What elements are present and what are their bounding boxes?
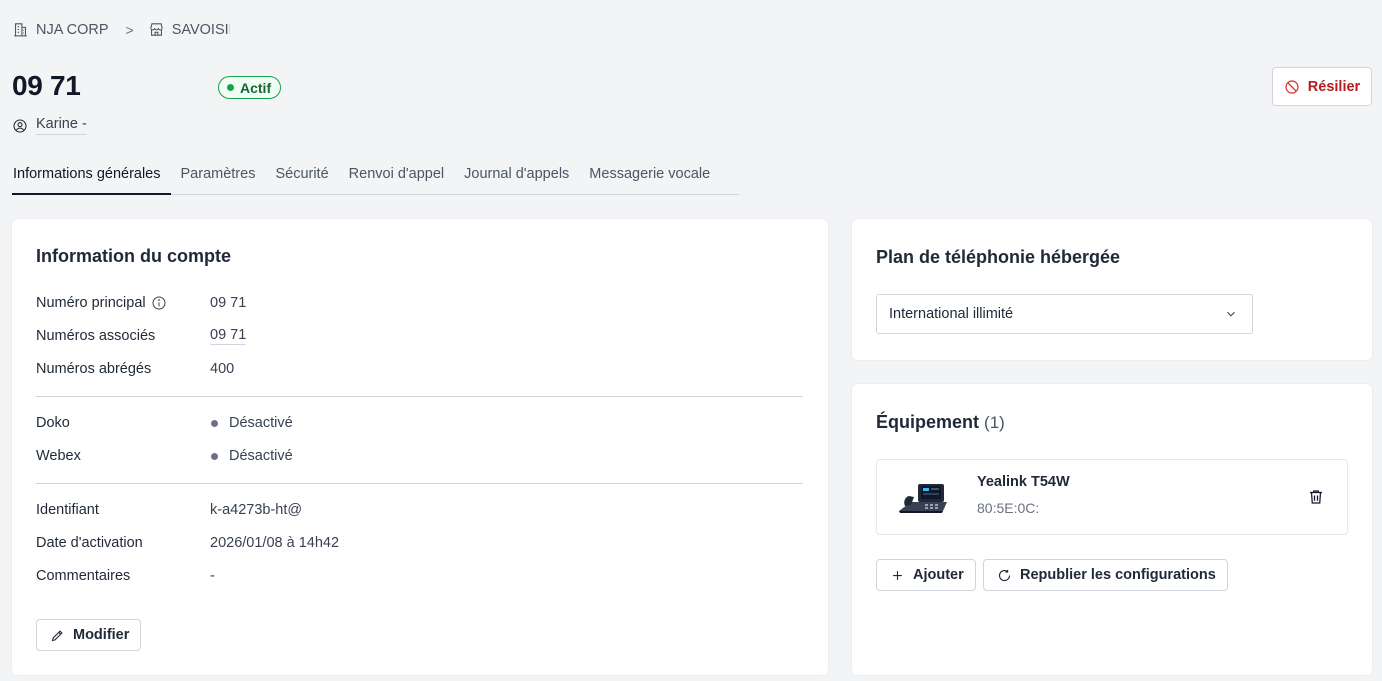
breadcrumb-company[interactable]: NJA CORP — [12, 21, 109, 38]
chevron-right-icon: > — [125, 21, 134, 38]
webex-status: Désactivé — [229, 448, 293, 464]
account-info-card: Information du compte Numéro principal 0… — [12, 219, 828, 675]
tab-journal-appels[interactable]: Journal d'appels — [454, 158, 579, 195]
building-icon — [14, 23, 27, 37]
main-number-value: 09 71 — [210, 295, 247, 311]
telephony-plan-select[interactable]: International illimité — [876, 294, 1253, 334]
short-numbers-row: Numéros abrégés 400 — [36, 361, 234, 377]
desk-phone-icon — [899, 484, 947, 513]
activation-date-row: Date d'activation 2026/01/08 à 14h42 — [36, 535, 339, 551]
doko-row: Doko Désactivé — [36, 415, 293, 431]
info-icon[interactable] — [151, 295, 167, 311]
associated-numbers-row: Numéros associés 09 71 — [36, 327, 247, 345]
main-number-row: Numéro principal 09 71 — [36, 295, 246, 311]
refresh-icon — [998, 569, 1011, 581]
tab-bar: Informations générales Paramètres Sécuri… — [12, 158, 739, 195]
modifier-button[interactable]: Modifier — [36, 619, 142, 651]
breadcrumb-site[interactable]: SAVOISIEN — [148, 21, 230, 38]
plus-icon — [893, 570, 902, 580]
identifier-row: Identifiant k-a4273b-ht@ — [36, 502, 302, 518]
comments-value: - — [210, 568, 215, 584]
activation-date-label: Date d'activation — [36, 535, 143, 551]
breadcrumb: NJA CORP > SAVOISIEN — [12, 21, 230, 38]
breadcrumb-site-label: SAVOISIEN — [171, 21, 230, 38]
doko-status: Désactivé — [229, 415, 293, 431]
telephony-plan-card: Plan de téléphonie hébergée Internationa… — [852, 219, 1372, 360]
equipment-card: Équipement (1) Yealink T54W 80:5E:0C: Aj — [852, 384, 1372, 675]
equipment-title: Équipement (1) — [876, 412, 1005, 433]
webex-label: Webex — [36, 448, 81, 464]
telephony-plan-title: Plan de téléphonie hébergée — [876, 247, 1121, 267]
associated-number-link[interactable]: 09 71 — [210, 327, 247, 345]
trash-icon — [1310, 490, 1322, 504]
status-dot — [211, 452, 218, 460]
chevron-down-icon — [1227, 311, 1235, 317]
identifier-label: Identifiant — [36, 502, 99, 518]
main-number-label: Numéro principal — [36, 295, 146, 311]
store-icon — [150, 23, 163, 36]
tab-renvoi-appel[interactable]: Renvoi d'appel — [339, 158, 454, 195]
comments-label: Commentaires — [36, 568, 131, 584]
divider — [36, 483, 803, 484]
status-badge-label: Actif — [240, 79, 272, 96]
assigned-user: Karine - — [12, 116, 87, 135]
user-name-link[interactable]: Karine - — [36, 116, 87, 135]
user-circle-icon — [13, 118, 27, 133]
republish-button-label: Republier les configurations — [1020, 567, 1216, 583]
ban-icon — [1285, 79, 1299, 94]
device-item[interactable]: Yealink T54W 80:5E:0C: — [876, 459, 1348, 535]
breadcrumb-company-label: NJA CORP — [36, 21, 109, 38]
device-name: Yealink T54W — [977, 474, 1070, 490]
short-numbers-value: 400 — [210, 361, 235, 377]
telephony-plan-selected: International illimité — [889, 306, 1014, 322]
status-dot — [227, 84, 234, 91]
associated-numbers-label: Numéros associés — [36, 328, 156, 344]
republish-configurations-button[interactable]: Republier les configurations — [983, 559, 1228, 591]
account-info-title: Information du compte — [36, 246, 231, 266]
short-numbers-label: Numéros abrégés — [36, 361, 152, 377]
resilier-button-label: Résilier — [1307, 78, 1361, 95]
status-badge: Actif — [218, 76, 282, 99]
webex-row: Webex Désactivé — [36, 448, 293, 464]
modifier-button-label: Modifier — [73, 627, 130, 643]
identifier-value: k-a4273b-ht@ — [210, 502, 303, 518]
ajouter-button[interactable]: Ajouter — [876, 559, 976, 591]
status-dot — [211, 419, 218, 427]
divider — [36, 396, 803, 397]
equipment-count: (1) — [984, 413, 1005, 432]
doko-label: Doko — [36, 415, 70, 431]
comments-row: Commentaires - — [36, 568, 215, 584]
delete-device-button[interactable] — [1307, 488, 1325, 506]
activation-date-value: 2026/01/08 à 14h42 — [210, 535, 340, 551]
resilier-button[interactable]: Résilier — [1272, 67, 1372, 106]
equipment-title-label: Équipement — [876, 412, 980, 432]
tab-informations-generales[interactable]: Informations générales — [12, 158, 171, 195]
tab-securite[interactable]: Sécurité — [265, 158, 338, 195]
tab-messagerie-vocale[interactable]: Messagerie vocale — [579, 158, 720, 195]
pencil-icon — [51, 629, 63, 641]
ajouter-button-label: Ajouter — [913, 567, 964, 583]
tab-parametres[interactable]: Paramètres — [171, 158, 266, 195]
device-mac: 80:5E:0C: — [977, 500, 1040, 516]
page-title: 09 71 — [12, 70, 81, 101]
